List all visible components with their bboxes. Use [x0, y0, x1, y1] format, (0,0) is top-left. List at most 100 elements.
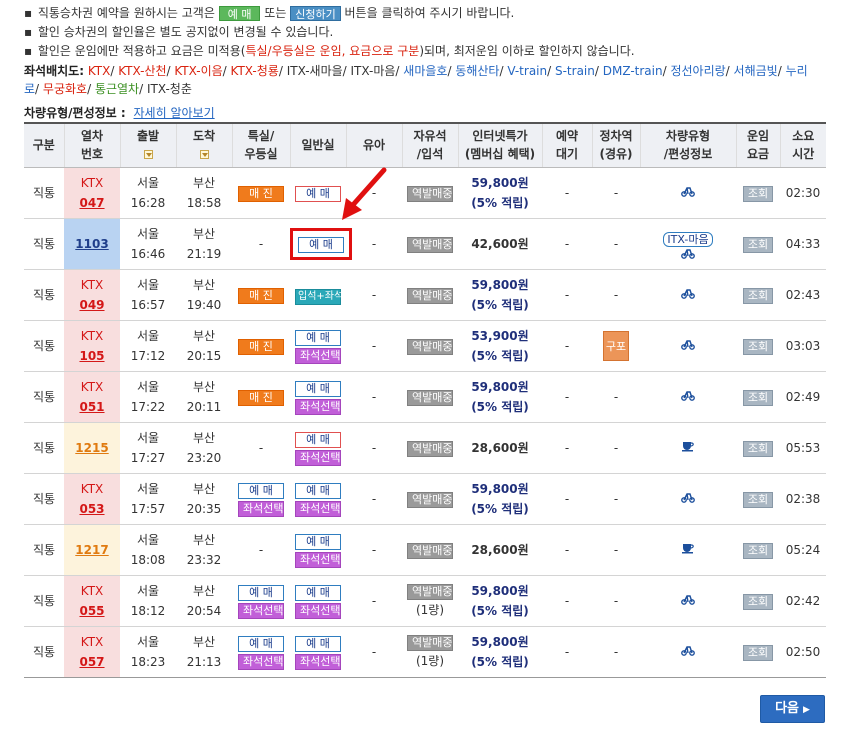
general-reserve-button[interactable]: 예 매	[295, 636, 341, 652]
car-type-tag[interactable]: ITX-마음	[663, 231, 713, 247]
first-class-seat-select-button[interactable]: 좌석선택	[238, 501, 284, 517]
depart-station: 서울	[136, 634, 160, 649]
station-sale-badge: 역발매중	[407, 635, 453, 651]
train-number-link[interactable]: 1215	[75, 441, 108, 455]
general-reserve-button[interactable]: 예 매	[295, 585, 341, 601]
general-seat-select-button[interactable]: 좌석선택	[295, 501, 341, 517]
fare-check-button[interactable]: 조회	[743, 491, 773, 508]
general-seat-select-button[interactable]: 좌석선택	[295, 399, 341, 415]
notice-text: 버튼을 클릭하여 주시기 바랍니다.	[344, 6, 515, 20]
sort-icon[interactable]	[143, 150, 153, 160]
bicycle-icon[interactable]	[681, 185, 695, 197]
train-number-link[interactable]: 049	[64, 295, 120, 315]
seatmap-link[interactable]: ITX-청춘	[147, 82, 192, 96]
fare-check-button[interactable]: 조회	[743, 236, 773, 253]
first-class-reserve-button[interactable]: 예 매	[238, 636, 284, 652]
stop-none: -	[613, 644, 619, 659]
carinfo-detail-link[interactable]: 자세히 알아보기	[134, 106, 215, 120]
internet-price: 59,800원	[471, 634, 529, 649]
train-number-link[interactable]: 053	[64, 499, 120, 519]
general-seat-select-button[interactable]: 좌석선택	[295, 450, 341, 466]
col-arrive[interactable]: 도착	[175, 123, 232, 168]
seatmap-link[interactable]: 서해금빛	[734, 64, 778, 78]
bicycle-icon[interactable]	[681, 644, 695, 656]
train-number-link[interactable]: 055	[64, 601, 120, 621]
general-seat-select-button[interactable]: 좌석선택	[295, 603, 341, 619]
internet-price: 59,800원	[471, 583, 529, 598]
first-class-seat-select-button[interactable]: 좌석선택	[238, 603, 284, 619]
seatmap-link[interactable]: ITX-마음	[351, 64, 396, 78]
general-cell: 예 매좌석선택	[290, 473, 346, 525]
fare-check-button[interactable]: 조회	[743, 185, 773, 202]
seatmap-link[interactable]: V-train	[507, 64, 547, 78]
fare-cell: 조회	[736, 524, 780, 576]
row-kind: 직통	[24, 524, 64, 576]
sort-icon[interactable]	[199, 150, 209, 160]
seatmap-link[interactable]: ITX-새마을	[287, 64, 343, 78]
next-button[interactable]: 다음 ▶	[760, 695, 825, 723]
first-class-cell: 예 매좌석선택	[232, 473, 290, 525]
train-number-link[interactable]: 047	[64, 193, 120, 213]
seatmap-link[interactable]: 무궁화호	[43, 82, 87, 96]
train-number-link[interactable]: 1217	[75, 543, 108, 557]
seatmap-link[interactable]: KTX-산천	[118, 64, 166, 78]
train-number-link[interactable]: 105	[64, 346, 120, 366]
cafe-cup-icon[interactable]	[681, 440, 695, 452]
stop-none: -	[613, 287, 619, 302]
bicycle-icon[interactable]	[681, 491, 695, 503]
fare-check-button[interactable]: 조회	[743, 389, 773, 406]
fare-check-button[interactable]: 조회	[743, 593, 773, 610]
train-number-link[interactable]: 1103	[75, 237, 108, 251]
train-number-cell: 1103	[64, 218, 120, 270]
fare-check-button[interactable]: 조회	[743, 338, 773, 355]
waitlist-cell: -	[542, 575, 592, 627]
fare-check-button[interactable]: 조회	[743, 542, 773, 559]
general-reserve-button[interactable]: 예 매	[298, 236, 344, 253]
first-class-reserve-button[interactable]: 예 매	[238, 585, 284, 601]
col-first-class: 특실/우등실	[231, 123, 290, 168]
bicycle-icon[interactable]	[681, 593, 695, 605]
general-reserve-button[interactable]: 예 매	[295, 381, 341, 397]
fare-check-button[interactable]: 조회	[743, 440, 773, 457]
general-reserve-button[interactable]: 예 매	[295, 534, 341, 550]
depart-station: 서울	[136, 481, 160, 496]
free-seat-cell: 역발매중	[402, 473, 458, 525]
col-depart[interactable]: 출발	[119, 123, 176, 168]
seatmap-link[interactable]: 동해산타	[455, 64, 499, 78]
general-seat-select-button[interactable]: 좌석선택	[295, 348, 341, 364]
train-number-link[interactable]: 051	[64, 397, 120, 417]
general-standing-seat-button[interactable]: 입석+좌석	[295, 288, 343, 305]
seatmap-link[interactable]: 통근열차	[95, 82, 139, 96]
seatmap-link[interactable]: 새마을호	[403, 64, 447, 78]
depart-station: 서울	[136, 175, 160, 190]
general-reserve-button[interactable]: 예 매	[295, 432, 341, 448]
first-class-cell: 예 매좌석선택	[232, 575, 290, 627]
stop-station-badge[interactable]: 구포	[603, 330, 629, 361]
seatmap-link[interactable]: KTX-청룡	[231, 64, 279, 78]
membership-benefit: (5% 적립)	[471, 501, 529, 516]
general-seat-select-button[interactable]: 좌석선택	[295, 552, 341, 568]
bicycle-icon[interactable]	[681, 287, 695, 299]
general-reserve-button[interactable]: 예 매	[295, 330, 341, 346]
general-reserve-button[interactable]: 예 매	[295, 185, 341, 202]
bicycle-icon[interactable]	[681, 338, 695, 350]
seatmap-link[interactable]: KTX	[88, 64, 111, 78]
train-number-cell: KTX 051	[64, 371, 120, 423]
seatmap-link[interactable]: 정선아리랑	[670, 64, 725, 78]
bicycle-icon[interactable]	[681, 247, 695, 259]
cafe-cup-icon[interactable]	[681, 542, 695, 554]
train-number-link[interactable]: 057	[64, 652, 120, 672]
first-class-seat-select-button[interactable]: 좌석선택	[238, 654, 284, 670]
seatmap-link[interactable]: S-train	[555, 64, 595, 78]
fare-check-button[interactable]: 조회	[743, 287, 773, 304]
duration-cell: 02:30	[780, 167, 826, 219]
seatmap-link[interactable]: KTX-이음	[174, 64, 222, 78]
bicycle-icon[interactable]	[681, 389, 695, 401]
general-seat-select-button[interactable]: 좌석선택	[295, 654, 341, 670]
general-reserve-button[interactable]: 예 매	[295, 483, 341, 499]
notice-text-red: 특실/우등실은 운임, 요금으로 구분	[245, 44, 420, 58]
depart-cell: 서울 18:23	[120, 626, 176, 678]
seatmap-link[interactable]: DMZ-train	[603, 64, 663, 78]
fare-check-button[interactable]: 조회	[743, 644, 773, 661]
first-class-reserve-button[interactable]: 예 매	[238, 483, 284, 499]
